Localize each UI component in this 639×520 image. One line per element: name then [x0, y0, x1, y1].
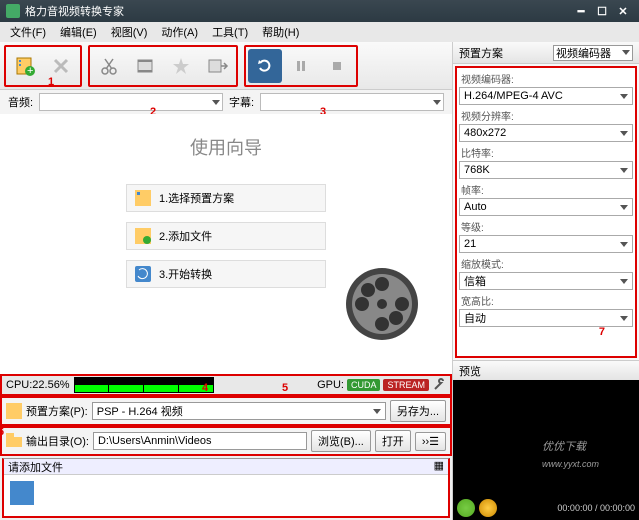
annotation-5: 5 [282, 382, 288, 394]
browse-button[interactable]: 浏览(B)... [311, 430, 371, 452]
watermark: 优优下载www.yyxt.com [542, 437, 599, 470]
open-button[interactable]: 打开 [375, 430, 411, 452]
preset-combo[interactable]: PSP - H.264 视频 [92, 402, 386, 420]
window-title: 格力音视频转换专家 [25, 3, 124, 19]
prop-value-6[interactable]: 自动 [459, 309, 633, 327]
preset-label: 预置方案(P): [26, 403, 88, 419]
minimize-button[interactable]: ━ [571, 4, 591, 18]
preview-title: 预览 [459, 363, 481, 379]
encoder-tab-combo[interactable]: 视频编码器 [553, 45, 633, 61]
subtitle-combo[interactable] [260, 93, 444, 111]
wizard-panel: 使用向导 1.选择预置方案 2.添加文件 3.开始转换 [0, 114, 452, 374]
output-label: 输出目录(O): [26, 433, 89, 449]
annotation-6: 6 [0, 426, 4, 438]
menu-tools[interactable]: 工具(T) [206, 22, 254, 42]
gpu-label: GPU: [317, 379, 344, 391]
filearea-toggle-icon[interactable]: ▦ [434, 459, 444, 474]
export-button[interactable] [200, 49, 234, 83]
cpu-label: CPU:22.56% [6, 379, 70, 391]
film-button[interactable] [128, 49, 162, 83]
stream-badge: STREAM [383, 379, 429, 391]
prop-label-6: 宽高比: [459, 292, 633, 309]
wizard-step-1[interactable]: 1.选择预置方案 [126, 184, 326, 212]
pause-button[interactable] [284, 49, 318, 83]
add-file-button[interactable]: + [8, 49, 42, 83]
settings-icon[interactable] [432, 378, 446, 392]
prop-label-2: 比特率: [459, 144, 633, 161]
stop-preview-button[interactable] [479, 499, 497, 517]
stop-button[interactable] [320, 49, 354, 83]
toolbar: 1 + [0, 42, 452, 90]
prop-label-3: 帧率: [459, 181, 633, 198]
wizard-title: 使用向导 [190, 134, 262, 160]
file-thumb [10, 481, 34, 505]
prop-label-4: 等级: [459, 218, 633, 235]
preset-icon [6, 403, 22, 419]
menu-edit[interactable]: 编辑(E) [54, 22, 103, 42]
prop-value-1[interactable]: 480x272 [459, 124, 633, 142]
annotation-7: 7 [599, 326, 605, 338]
wizard-step-3[interactable]: 3.开始转换 [126, 260, 326, 288]
file-list-area[interactable]: 请添加文件 ▦ [2, 458, 450, 518]
wizard-step-2[interactable]: 2.添加文件 [126, 222, 326, 250]
prop-label-0: 视频编码器: [459, 70, 633, 87]
maximize-button[interactable]: ☐ [592, 4, 612, 18]
play-button[interactable] [457, 499, 475, 517]
cut-button[interactable] [92, 49, 126, 83]
cpu-meter [74, 377, 214, 393]
preview-area: 优优下载www.yyxt.com 00:00:00 / 00:00:00 [453, 380, 639, 520]
audio-combo[interactable] [39, 93, 223, 111]
prop-label-1: 视频分辨率: [459, 107, 633, 124]
prop-value-4[interactable]: 21 [459, 235, 633, 253]
prop-value-2[interactable]: 768K [459, 161, 633, 179]
prop-label-5: 缩放模式: [459, 255, 633, 272]
menu-action[interactable]: 动作(A) [155, 22, 204, 42]
menubar: 文件(F) 编辑(E) 视图(V) 动作(A) 工具(T) 帮助(H) [0, 22, 639, 42]
prop-value-5[interactable]: 信箱 [459, 272, 633, 290]
output-path-input[interactable]: D:\Users\Anmin\Videos [93, 432, 307, 450]
effects-button[interactable] [164, 49, 198, 83]
prop-value-3[interactable]: Auto [459, 198, 633, 216]
filearea-header: 请添加文件 [8, 459, 63, 474]
menu-file[interactable]: 文件(F) [4, 22, 52, 42]
audio-label: 音频: [8, 94, 33, 110]
time-display: 00:00:00 / 00:00:00 [557, 503, 635, 513]
save-as-button[interactable]: 另存为... [390, 400, 446, 422]
preset-panel-title: 预置方案 [459, 45, 503, 61]
menu-view[interactable]: 视图(V) [105, 22, 154, 42]
app-icon [6, 4, 20, 18]
folder-icon [6, 433, 22, 449]
film-reel-image [342, 264, 422, 344]
property-panel: 7 视频编码器:H.264/MPEG-4 AVC 视频分辨率:480x272 比特率… [455, 66, 637, 358]
annotation-4: 4 [202, 382, 208, 394]
menu-help[interactable]: 帮助(H) [256, 22, 305, 42]
annotation-1: 1 [48, 76, 54, 88]
close-button[interactable]: ✕ [613, 4, 633, 18]
svg-text:+: + [27, 65, 33, 77]
convert-button[interactable] [248, 49, 282, 83]
subtitle-label: 字幕: [229, 94, 254, 110]
more-button[interactable]: ››☰ [415, 432, 446, 451]
cuda-badge: CUDA [347, 379, 381, 391]
prop-value-0[interactable]: H.264/MPEG-4 AVC [459, 87, 633, 105]
